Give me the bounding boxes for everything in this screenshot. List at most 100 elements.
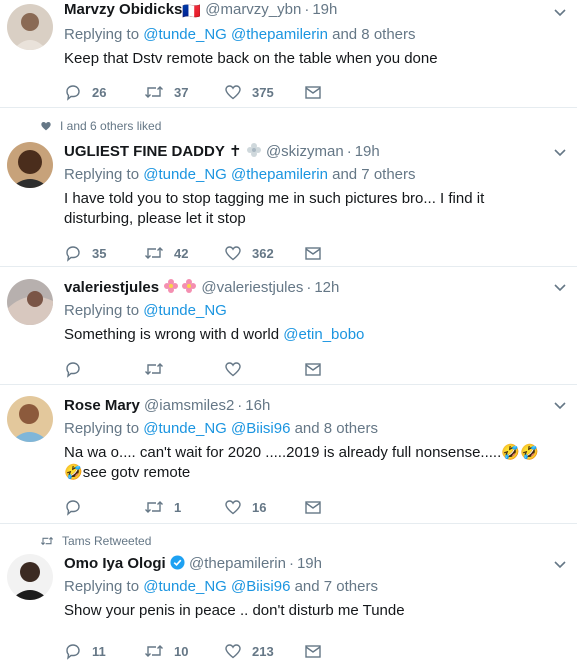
avatar[interactable] [7, 4, 53, 50]
tweet[interactable]: valeriestjules @valeriestjules · 12h Reply… [0, 267, 577, 385]
like-button[interactable]: 375 [224, 83, 304, 101]
user-handle[interactable]: @valeriestjules [201, 279, 303, 296]
tweet-header: Omo Iya Ologi @thepamilerin · 19h [64, 554, 547, 574]
timeline-feed: Marvzy Obidicks🇫🇷 @marvzy_ybn · 19h Replyi… [0, 0, 577, 660]
like-button[interactable]: 213 [224, 642, 304, 660]
tweet-text: Show your penis in peace .. don't distur… [64, 602, 405, 619]
reply-icon [66, 644, 80, 660]
avatar[interactable] [7, 279, 53, 325]
reply-icon [66, 500, 80, 516]
display-name[interactable]: UGLIEST FINE DADDY [64, 143, 225, 160]
retweet-button[interactable]: 1 [144, 498, 224, 516]
envelope-icon [305, 86, 321, 99]
reply-button[interactable]: 26 [64, 83, 144, 101]
replying-to: Replying to @tunde_NG @thepamilerin and … [64, 165, 547, 185]
mention-link[interactable]: @tunde_NG [143, 302, 227, 319]
mention-link[interactable]: @thepamilerin [231, 166, 328, 183]
retweet-button[interactable]: 42 [144, 244, 224, 262]
others-link[interactable]: and 8 others [332, 26, 415, 43]
chevron-down-icon[interactable] [553, 399, 567, 413]
display-name[interactable]: Omo Iya Ologi [64, 555, 166, 572]
direct-message-button[interactable] [304, 498, 384, 516]
mention-link[interactable]: @tunde_NG [143, 26, 227, 43]
direct-message-button[interactable] [304, 360, 384, 378]
retweet-button[interactable]: 37 [144, 83, 224, 101]
timestamp[interactable]: 19h [355, 143, 380, 160]
like-count: 213 [252, 643, 274, 659]
tweet-header: UGLIEST FINE DADDY ✝ @skizyman · 19h [64, 142, 547, 162]
tweet-actions: 1 16 [64, 497, 547, 517]
chevron-down-icon[interactable] [553, 558, 567, 572]
tweet-header: Rose Mary @iamsmiles2 · 16h [64, 396, 547, 416]
retweet-icon [145, 247, 163, 259]
tweet-text-body: Na wa o.... can't wait for 2020 .....201… [64, 444, 502, 461]
user-handle[interactable]: @skizyman [266, 143, 344, 160]
replying-prefix: Replying to [64, 302, 140, 319]
user-handle[interactable]: @marvzy_ybn [205, 1, 301, 18]
others-link[interactable]: and 8 others [295, 420, 378, 437]
avatar[interactable] [7, 396, 53, 442]
timestamp[interactable]: 12h [314, 279, 339, 296]
replying-prefix: Replying to [64, 26, 140, 43]
retweet-button[interactable] [144, 360, 224, 378]
tweet[interactable]: Rose Mary @iamsmiles2 · 16h Replying to @t… [0, 385, 577, 524]
direct-message-button[interactable] [304, 642, 384, 660]
tweet-actions: 26 37 375 [64, 82, 547, 102]
user-handle[interactable]: @iamsmiles2 [144, 397, 234, 414]
mention-link[interactable]: @tunde_NG [143, 420, 227, 437]
reply-count: 26 [92, 84, 107, 100]
others-link[interactable]: and 7 others [332, 166, 415, 183]
replying-prefix: Replying to [64, 166, 140, 183]
envelope-icon [305, 247, 321, 260]
retweet-button[interactable]: 10 [144, 642, 224, 660]
mention-link[interactable]: @etin_bobo [283, 326, 364, 343]
direct-message-button[interactable] [304, 244, 384, 262]
tweet-text: Na wa o.... can't wait for 2020 .....201… [64, 443, 547, 483]
tweet-text: Keep that Dstv remote back on the table … [64, 50, 438, 67]
flower-icon [182, 279, 197, 293]
verified-badge-icon [170, 555, 185, 570]
tweet-actions: 35 42 362 [64, 243, 547, 263]
display-name[interactable]: valeriestjules [64, 279, 159, 296]
reply-button[interactable]: 11 [64, 642, 144, 660]
retweet-count: 10 [174, 643, 189, 659]
cross-icon: ✝ [229, 143, 242, 160]
user-handle[interactable]: @thepamilerin [189, 555, 286, 572]
display-name[interactable]: Marvzy Obidicks [64, 1, 182, 18]
tweet[interactable]: Marvzy Obidicks🇫🇷 @marvzy_ybn · 19h Replyi… [0, 0, 577, 108]
display-name[interactable]: Rose Mary [64, 397, 140, 414]
chevron-down-icon[interactable] [553, 281, 567, 295]
mention-link[interactable]: @Biisi96 [231, 578, 290, 595]
like-button[interactable] [224, 360, 304, 378]
heart-icon [225, 246, 241, 261]
like-button[interactable]: 16 [224, 498, 304, 516]
others-link[interactable]: and 7 others [295, 578, 378, 595]
reply-button[interactable]: 35 [64, 244, 144, 262]
retweet-icon [40, 536, 54, 546]
chevron-down-icon[interactable] [553, 146, 567, 160]
timestamp[interactable]: 16h [245, 397, 270, 414]
social-context: Tams Retweeted [40, 533, 151, 549]
tweet-actions [64, 359, 547, 379]
direct-message-button[interactable] [304, 83, 384, 101]
mention-link[interactable]: @thepamilerin [231, 26, 328, 43]
timestamp[interactable]: 19h [297, 555, 322, 572]
mention-link[interactable]: @tunde_NG [143, 578, 227, 595]
mention-link[interactable]: @Biisi96 [231, 420, 290, 437]
context-label: Tams Retweeted [62, 534, 152, 548]
chevron-down-icon[interactable] [553, 6, 567, 20]
context-label: I and 6 others liked [60, 119, 162, 133]
replying-prefix: Replying to [64, 420, 140, 437]
mention-link[interactable]: @tunde_NG [143, 166, 227, 183]
reply-button[interactable] [64, 360, 144, 378]
timestamp[interactable]: 19h [312, 1, 337, 18]
tweet[interactable]: I and 6 others liked UGLIEST FINE DADDY … [0, 108, 577, 267]
retweet-icon [145, 501, 163, 513]
tweet-actions: 11 10 213 [64, 641, 547, 661]
tweet[interactable]: Tams Retweeted Omo Iya Ologi @thepamiler… [0, 524, 577, 660]
avatar[interactable] [7, 142, 53, 188]
avatar[interactable] [7, 554, 53, 600]
like-button[interactable]: 362 [224, 244, 304, 262]
like-count: 375 [252, 84, 274, 100]
reply-button[interactable] [64, 498, 144, 516]
